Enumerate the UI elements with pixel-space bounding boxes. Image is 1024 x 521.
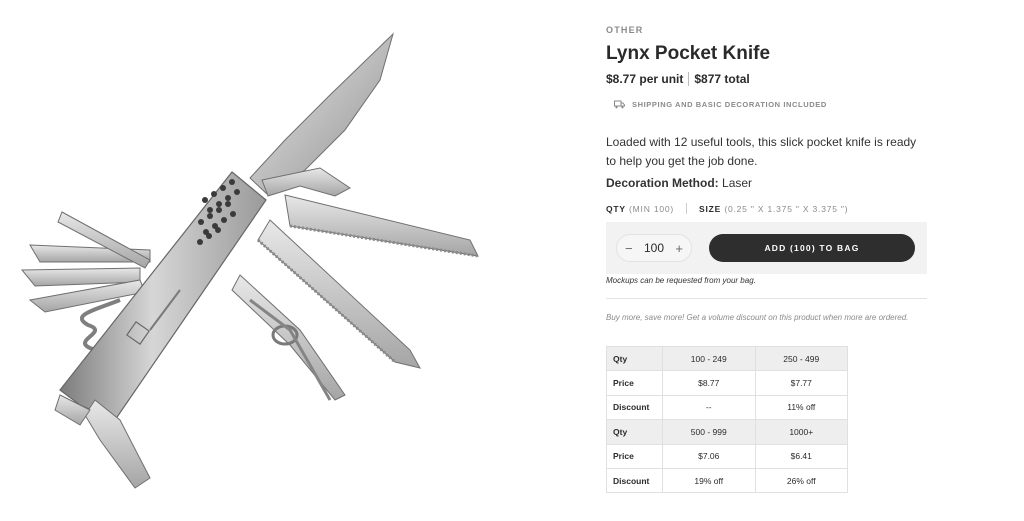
qty-label: QTY xyxy=(606,203,626,214)
pricing-table: Qty 100 - 249 250 - 499 Price $8.77 $7.77 Disc… xyxy=(606,345,848,494)
add-to-bag-button[interactable]: ADD (100) TO BAG xyxy=(709,234,915,262)
pricing-cell: 19% off xyxy=(662,467,756,494)
pricing-cell: -- xyxy=(662,394,756,421)
increase-quantity-button[interactable]: + xyxy=(675,241,683,256)
pricing-row-label: Qty xyxy=(606,419,663,445)
size-value: (0.25 " X 1.375 " X 3.375 ") xyxy=(724,203,849,214)
pricing-row-label: Discount xyxy=(606,467,663,494)
pricing-cell: 250 - 499 xyxy=(754,345,848,372)
total-price: $877 total xyxy=(694,72,750,86)
qty-min: (MIN 100) xyxy=(629,203,675,214)
decoration-value: Laser xyxy=(722,176,753,190)
unit-price: $8.77 per unit xyxy=(606,72,684,86)
pricing-cell: 26% off xyxy=(754,467,848,494)
pricing-cell: 1000+ xyxy=(754,419,848,445)
pricing-row-discount: Discount -- 11% off xyxy=(606,394,848,421)
quantity-value[interactable]: 100 xyxy=(644,241,664,255)
mockup-note: Mockups can be requested from your bag. xyxy=(606,276,756,285)
price-divider xyxy=(688,72,690,86)
volume-discount-note: Buy more, save more! Get a volume discou… xyxy=(606,313,909,322)
pricing-cell: 100 - 249 xyxy=(662,345,756,372)
product-category: OTHER xyxy=(606,25,644,35)
section-divider xyxy=(606,298,927,299)
price-row: $8.77 per unit $877 total xyxy=(606,72,750,86)
pricing-cell: $7.06 xyxy=(662,443,756,469)
pricing-cell: $8.77 xyxy=(662,370,756,396)
pricing-row-discount: Discount 19% off 26% off xyxy=(606,467,848,494)
pricing-table-body: Qty 100 - 249 250 - 499 Price $8.77 $7.77 Disc… xyxy=(606,345,848,494)
decrease-quantity-button[interactable]: − xyxy=(625,241,633,256)
options-divider xyxy=(686,203,688,214)
decoration-method: Decoration Method: Laser xyxy=(606,176,752,190)
pricing-row-qty: Qty 500 - 999 1000+ xyxy=(606,419,848,445)
pricing-cell: $6.41 xyxy=(754,443,848,469)
pricing-row-label: Discount xyxy=(606,394,663,421)
product-title: Lynx Pocket Knife xyxy=(606,43,771,64)
pocket-knife-illustration xyxy=(20,32,479,489)
shipping-text: SHIPPING AND BASIC DECORATION INCLUDED xyxy=(632,100,827,109)
product-options: QTY (MIN 100) SIZE (0.25 " X 1.375 " X 3… xyxy=(606,203,848,214)
pricing-row-qty: Qty 100 - 249 250 - 499 xyxy=(606,345,848,372)
truck-icon xyxy=(614,100,625,109)
size-label: SIZE xyxy=(699,203,722,214)
pricing-cell: $7.77 xyxy=(754,370,848,396)
shipping-info: SHIPPING AND BASIC DECORATION INCLUDED xyxy=(614,100,827,109)
pricing-cell: 500 - 999 xyxy=(662,419,756,445)
pricing-cell: 11% off xyxy=(754,394,848,421)
pricing-row-label: Qty xyxy=(606,345,663,372)
product-description: Loaded with 12 useful tools, this slick … xyxy=(606,135,917,168)
decoration-label: Decoration Method: xyxy=(606,176,719,190)
add-to-cart-panel: − 100 + ADD (100) TO BAG xyxy=(606,222,927,274)
pricing-row-price: Price $7.06 $6.41 xyxy=(606,443,848,469)
quantity-stepper: − 100 + xyxy=(616,234,692,262)
pricing-row-label: Price xyxy=(606,370,663,396)
pricing-row-price: Price $8.77 $7.77 xyxy=(606,370,848,396)
pricing-row-label: Price xyxy=(606,443,663,469)
product-image xyxy=(0,0,560,521)
